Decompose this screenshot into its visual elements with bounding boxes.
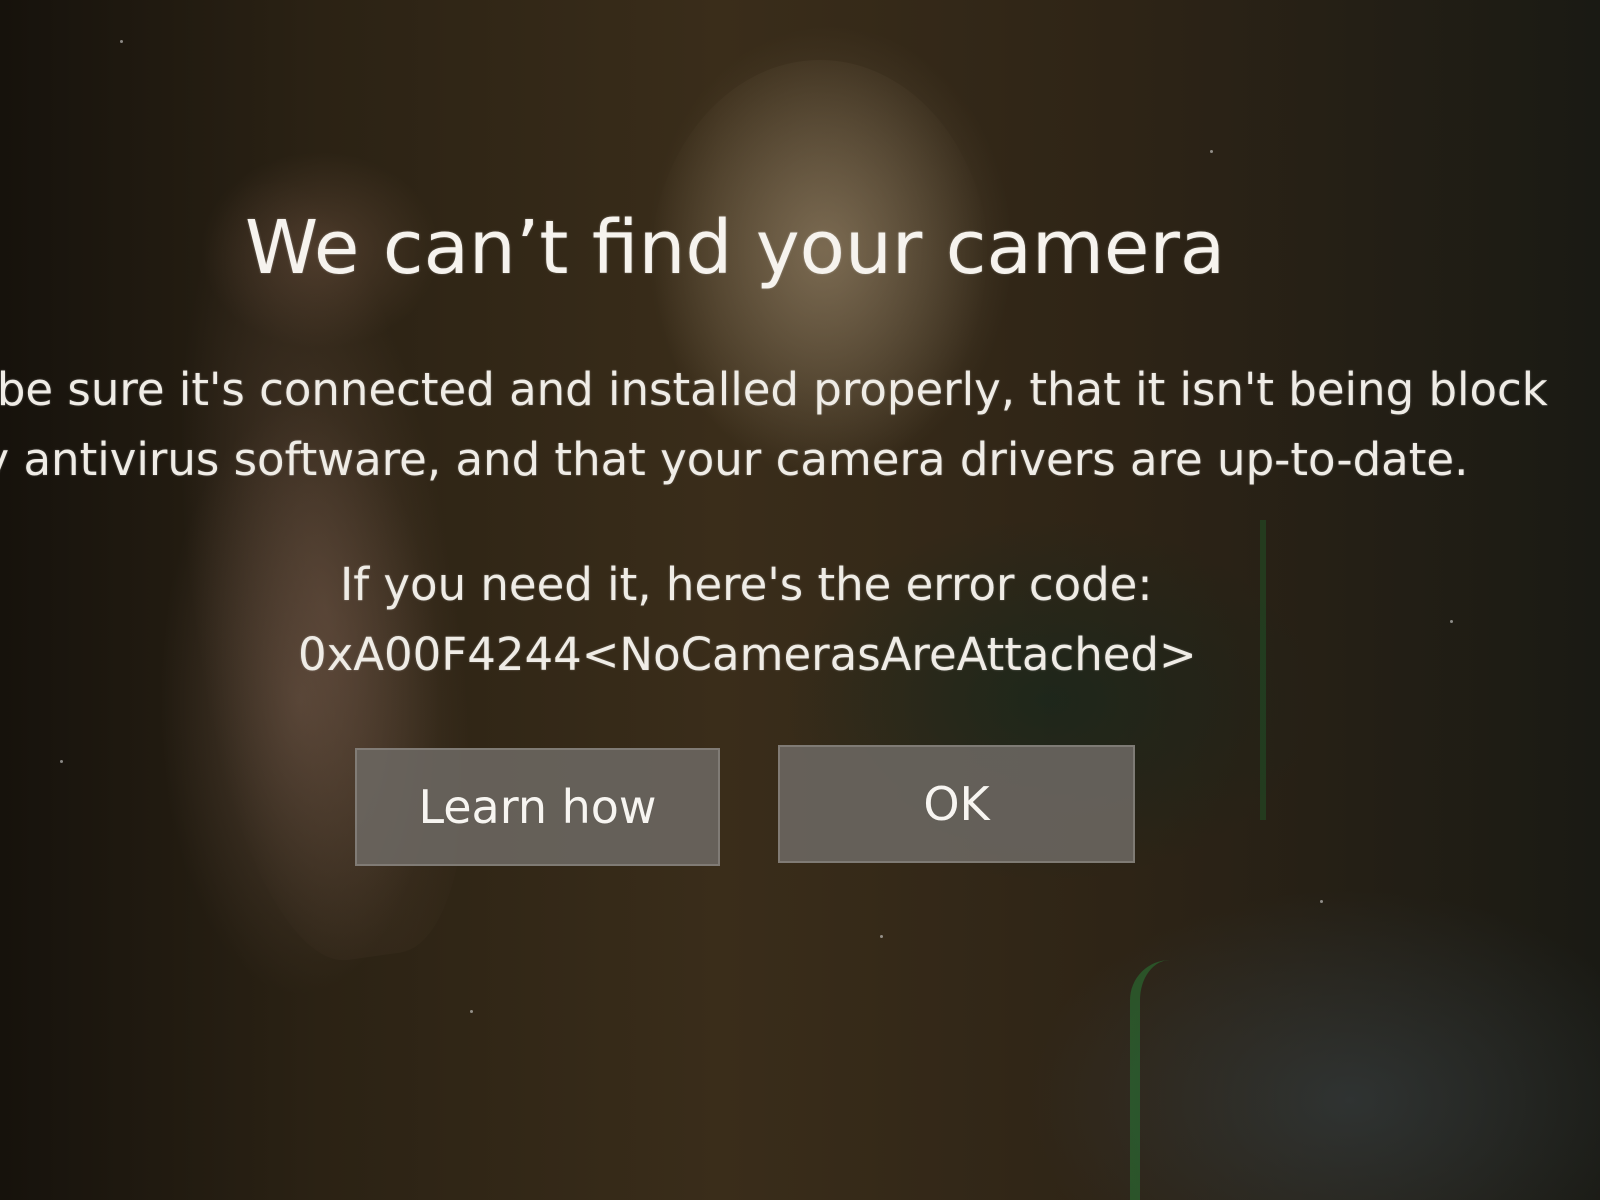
dialog-message-line: o be sure it's connected and installed p… <box>0 363 1548 416</box>
dialog-title: We can’t find your camera <box>245 205 1226 291</box>
error-code: 0xA00F4244<NoCamerasAreAttached> <box>298 628 1197 681</box>
error-code-intro: If you need it, here's the error code: <box>340 558 1153 611</box>
learn-how-button[interactable]: Learn how <box>355 748 720 866</box>
camera-error-dialog: We can’t find your camera o be sure it's… <box>0 0 1600 1200</box>
camera-error-screen: We can’t find your camera o be sure it's… <box>0 0 1600 1200</box>
ok-button[interactable]: OK <box>778 745 1135 863</box>
dialog-message: o be sure it's connected and installed p… <box>0 355 1600 495</box>
dialog-message-line: oy antivirus software, and that your cam… <box>0 433 1469 486</box>
